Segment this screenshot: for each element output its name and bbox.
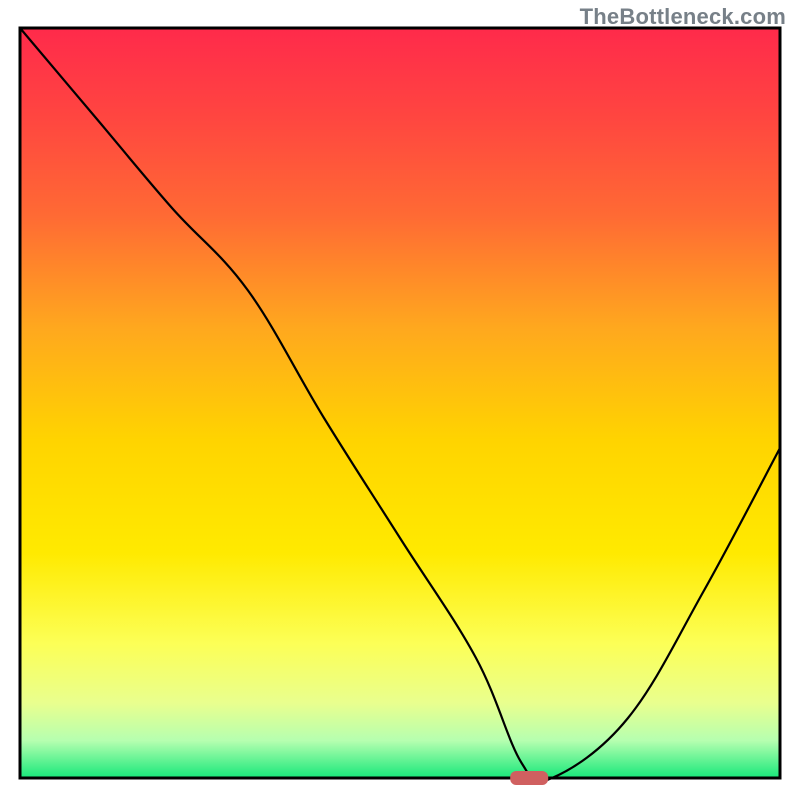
chart-container: TheBottleneck.com [0, 0, 800, 800]
watermark-label: TheBottleneck.com [580, 4, 786, 30]
optimal-marker [510, 771, 548, 785]
plot-background [20, 28, 780, 778]
bottleneck-chart [0, 0, 800, 800]
